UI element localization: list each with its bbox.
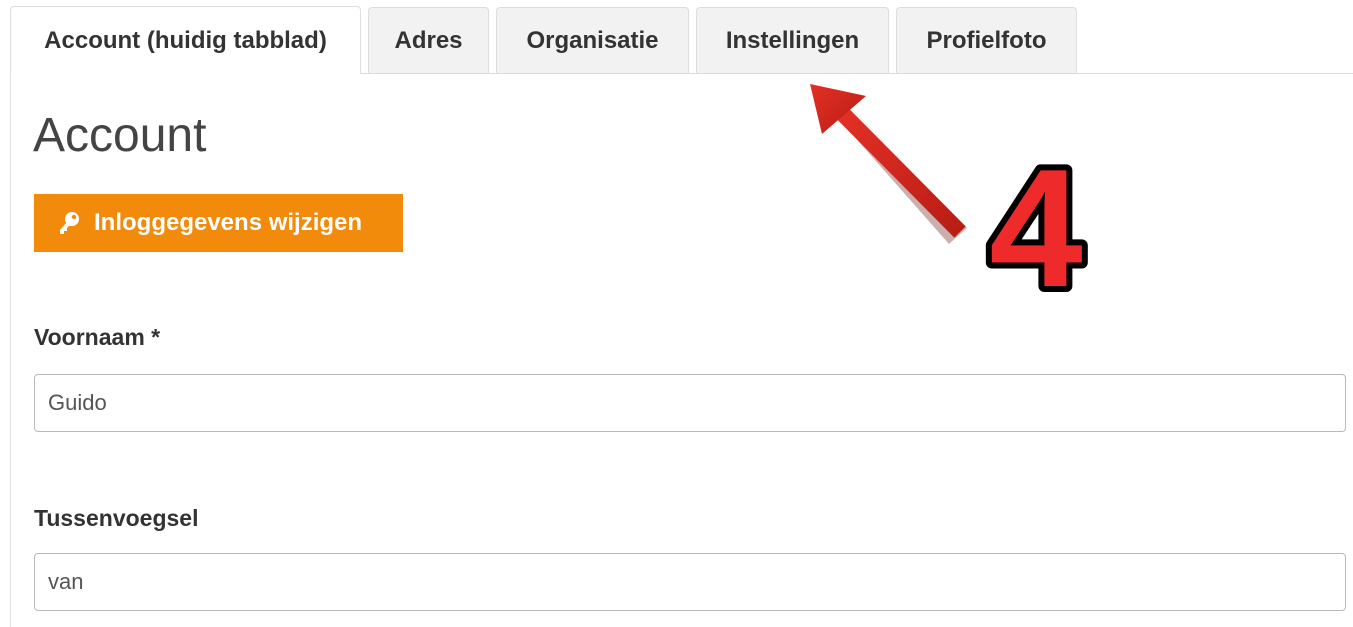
first-name-label: Voornaam * (34, 324, 161, 350)
change-login-button[interactable]: Inloggegevens wijzigen (34, 194, 403, 252)
page: Account (huidig tabblad) Adres Organisat… (0, 0, 1353, 627)
infix-input[interactable] (34, 553, 1346, 611)
tab-bar-baseline (361, 73, 1353, 74)
infix-label: Tussenvoegsel (34, 505, 199, 531)
key-icon (58, 211, 80, 235)
page-title: Account (33, 109, 207, 162)
step-number: 4 (989, 134, 1082, 322)
tab-address[interactable]: Adres (368, 7, 489, 73)
tab-settings[interactable]: Instellingen (696, 7, 889, 73)
tab-bar: Account (huidig tabblad) Adres Organisat… (0, 0, 1353, 74)
step-number-outline: 4 (989, 134, 1082, 322)
content-left-border (10, 74, 11, 627)
pointer-arrow-icon (810, 84, 967, 244)
change-login-label: Inloggegevens wijzigen (94, 209, 363, 236)
tab-organisation[interactable]: Organisatie (496, 7, 689, 73)
tab-account[interactable]: Account (huidig tabblad) (10, 6, 361, 74)
step-number-badge: 4 4 (983, 128, 1088, 328)
first-name-input[interactable] (34, 374, 1346, 432)
annotation-overlay: 4 4 (810, 84, 1089, 328)
tab-profile-photo[interactable]: Profielfoto (896, 7, 1077, 73)
